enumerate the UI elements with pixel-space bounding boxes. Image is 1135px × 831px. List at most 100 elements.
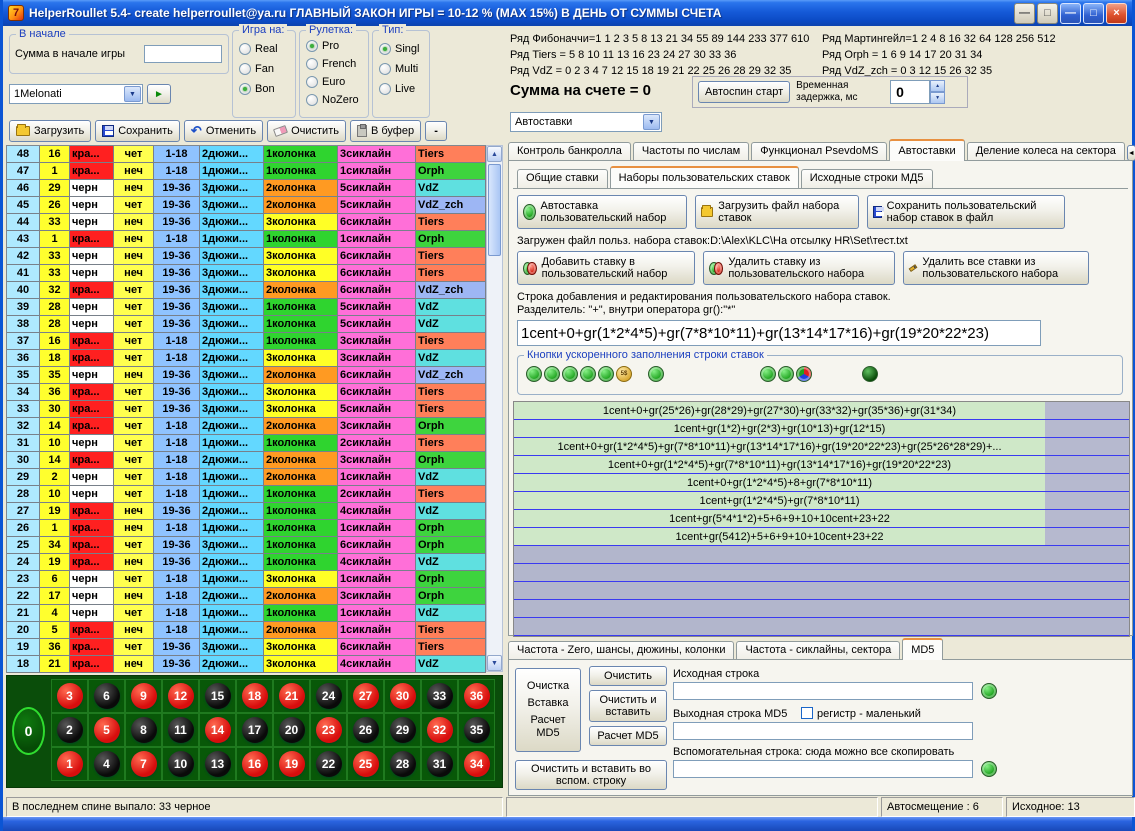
table-row[interactable]: 4816кра...чет1-182дюжи...1колонка3сиклай… xyxy=(7,146,486,163)
scrollbar-thumb[interactable] xyxy=(488,164,501,256)
autobet-user-set-button[interactable]: Автоставка пользовательский набор xyxy=(517,195,687,229)
quick-chip-button[interactable] xyxy=(526,366,542,382)
board-number-6[interactable]: 6 xyxy=(88,679,125,713)
play-button[interactable]: ► xyxy=(147,84,171,104)
md5-multi-button[interactable]: Очистка Вставка Расчет MD5 xyxy=(515,668,581,752)
tab-md5-source-strings[interactable]: Исходные строки МД5 xyxy=(801,169,933,188)
md5-clear-paste-button[interactable]: Очистить и вставить xyxy=(589,690,667,722)
board-number-32[interactable]: 32 xyxy=(421,713,458,747)
md5-source-chip-button[interactable] xyxy=(981,683,997,699)
board-number-27[interactable]: 27 xyxy=(347,679,384,713)
table-row[interactable]: 3110чернчет1-181дюжи...1колонка2сиклайнT… xyxy=(7,435,486,452)
tab-psevdoms[interactable]: Функционал PsevdoMS xyxy=(751,142,887,161)
md5-aux-input[interactable] xyxy=(673,760,973,778)
table-row[interactable]: 4233черннеч19-363дюжи...3колонка6сиклайн… xyxy=(7,248,486,265)
table-row[interactable]: 3214кра...чет1-182дюжи...2колонка3сиклай… xyxy=(7,418,486,435)
quick-chip-button[interactable] xyxy=(562,366,578,382)
table-row[interactable]: 3618кра...чет1-182дюжи...3колонка3сиклай… xyxy=(7,350,486,367)
table-row[interactable]: 431кра...неч1-181дюжи...1колонка1сиклайн… xyxy=(7,231,486,248)
table-row[interactable]: 1821кра...неч19-362дюжи...3колонка4сикла… xyxy=(7,656,486,673)
table-row[interactable]: 2419кра...неч19-362дюжи...1колонка4сикла… xyxy=(7,554,486,571)
radio-live[interactable]: Live xyxy=(379,83,415,95)
quick-chip-button[interactable] xyxy=(778,366,794,382)
maximize-button[interactable]: □ xyxy=(1083,3,1104,24)
quick-chip-button[interactable] xyxy=(862,366,878,382)
board-number-19[interactable]: 19 xyxy=(273,747,310,781)
radio-pro[interactable]: Pro xyxy=(306,40,339,52)
tab-freq-zero-chances[interactable]: Частота - Zero, шансы, дюжины, колонки xyxy=(508,641,734,660)
board-number-20[interactable]: 20 xyxy=(273,713,310,747)
delete-all-bets-button[interactable]: Удалить все ставки из пользовательского … xyxy=(903,251,1089,285)
table-row[interactable]: 214чернчет1-181дюжи...1колонка1сиклайнVd… xyxy=(7,605,486,622)
child-restore-button[interactable]: □ xyxy=(1037,3,1058,24)
bet-list-item[interactable]: 1cent+0+gr(1*2*4*5)+gr(7*8*10*11)+gr(13*… xyxy=(514,438,1129,456)
child-minimize-button[interactable]: — xyxy=(1014,3,1035,24)
table-row[interactable]: 3928чернчет19-363дюжи...1колонка5сиклайн… xyxy=(7,299,486,316)
board-number-22[interactable]: 22 xyxy=(310,747,347,781)
quick-chip-button[interactable] xyxy=(760,366,776,382)
start-sum-input[interactable] xyxy=(144,45,222,63)
table-row[interactable]: 2534кра...чет19-363дюжи...1колонка6сикла… xyxy=(7,537,486,554)
board-number-1[interactable]: 1 xyxy=(51,747,88,781)
board-number-30[interactable]: 30 xyxy=(384,679,421,713)
table-row[interactable]: 2810чернчет1-181дюжи...1колонка2сиклайнT… xyxy=(7,486,486,503)
md5-clear-paste-aux-button[interactable]: Очистить и вставить во вспом. строку xyxy=(515,760,667,790)
bet-list-item[interactable]: 1cent+0+gr(25*26)+gr(28*29)+gr(27*30)+gr… xyxy=(514,402,1129,420)
board-number-7[interactable]: 7 xyxy=(125,747,162,781)
board-number-12[interactable]: 12 xyxy=(162,679,199,713)
board-number-24[interactable]: 24 xyxy=(310,679,347,713)
board-number-31[interactable]: 31 xyxy=(421,747,458,781)
table-row[interactable]: 292чернчет1-181дюжи...2колонка1сиклайнVd… xyxy=(7,469,486,486)
quick-chip-button[interactable] xyxy=(544,366,560,382)
delay-spinner[interactable]: 0 ▲ ▼ xyxy=(890,80,945,104)
bet-list-item[interactable]: 1cent+gr(5*4*1*2)+5+6+9+10+10cent+23+22 xyxy=(514,510,1129,528)
bet-list-item[interactable]: 1cent+gr(5412)+5+6+9+10+10cent+23+22 xyxy=(514,528,1129,546)
minimize-button[interactable]: — xyxy=(1060,3,1081,24)
table-row[interactable]: 261кра...неч1-181дюжи...1колонка1сиклайн… xyxy=(7,520,486,537)
table-row[interactable]: 3535черннеч19-363дюжи...2колонка6сиклайн… xyxy=(7,367,486,384)
board-number-35[interactable]: 35 xyxy=(458,713,495,747)
delay-value[interactable]: 0 xyxy=(890,80,930,104)
load-bet-file-button[interactable]: Загрузить файл набора ставок xyxy=(695,195,859,229)
tab-bankroll-control[interactable]: Контроль банкролла xyxy=(508,142,631,161)
tab-freq-sixlines-sectors[interactable]: Частота - сиклайны, сектора xyxy=(736,641,900,660)
table-row[interactable]: 2719кра...неч19-362дюжи...1колонка4сикла… xyxy=(7,503,486,520)
table-scrollbar[interactable]: ▲ ▼ xyxy=(486,145,503,672)
table-row[interactable]: 3716кра...чет1-182дюжи...1колонка3сиклай… xyxy=(7,333,486,350)
board-number-16[interactable]: 16 xyxy=(236,747,273,781)
board-number-15[interactable]: 15 xyxy=(199,679,236,713)
bet-list-item[interactable]: 1cent+gr(1*2)+gr(2*3)+gr(10*13)+gr(12*15… xyxy=(514,420,1129,438)
board-number-10[interactable]: 10 xyxy=(162,747,199,781)
scroll-up-icon[interactable]: ▲ xyxy=(487,146,502,162)
board-number-21[interactable]: 21 xyxy=(273,679,310,713)
quick-chip-button[interactable] xyxy=(580,366,596,382)
board-number-0[interactable]: 0 xyxy=(12,707,45,755)
board-number-23[interactable]: 23 xyxy=(310,713,347,747)
md5-aux-chip-button[interactable] xyxy=(981,761,997,777)
scroll-down-icon[interactable]: ▼ xyxy=(487,655,502,671)
close-button[interactable]: × xyxy=(1106,3,1127,24)
clear-button[interactable]: Очистить xyxy=(267,120,346,142)
delete-bet-button[interactable]: Удалить ставку из пользовательского набо… xyxy=(703,251,895,285)
bet-string-input[interactable] xyxy=(517,320,1041,346)
tabs-scroll-left-icon[interactable]: ◄ xyxy=(1127,145,1135,161)
md5-clear-button[interactable]: Очистить xyxy=(589,666,667,686)
save-bet-file-button[interactable]: Сохранить пользовательский набор ставок … xyxy=(867,195,1065,229)
spinner-down-icon[interactable]: ▼ xyxy=(930,92,945,104)
radio-bon[interactable]: Bon xyxy=(239,83,275,95)
tab-number-frequencies[interactable]: Частоты по числам xyxy=(633,142,749,161)
bet-list-item[interactable]: 1cent+0+gr(1*2*4*5)+gr(7*8*10*11)+gr(13*… xyxy=(514,456,1129,474)
quick-chip-button[interactable]: 5$ xyxy=(616,366,632,382)
table-row[interactable]: 4032кра...чет19-363дюжи...2колонка6сикла… xyxy=(7,282,486,299)
radio-real[interactable]: Real xyxy=(239,43,278,55)
tab-md5[interactable]: MD5 xyxy=(902,638,943,660)
autospin-start-button[interactable]: Автоспин старт xyxy=(698,81,790,103)
board-number-33[interactable]: 33 xyxy=(421,679,458,713)
board-number-9[interactable]: 9 xyxy=(125,679,162,713)
bet-list-item[interactable]: 1cent+gr(1*2*4*5)+gr(7*8*10*11) xyxy=(514,492,1129,510)
board-number-18[interactable]: 18 xyxy=(236,679,273,713)
table-row[interactable]: 4133черннеч19-363дюжи...3колонка6сиклайн… xyxy=(7,265,486,282)
bet-list-item[interactable]: 1cent+0+gr(1*2*4*5)+8+gr(7*8*10*11) xyxy=(514,474,1129,492)
board-number-14[interactable]: 14 xyxy=(199,713,236,747)
radio-euro[interactable]: Euro xyxy=(306,76,345,88)
